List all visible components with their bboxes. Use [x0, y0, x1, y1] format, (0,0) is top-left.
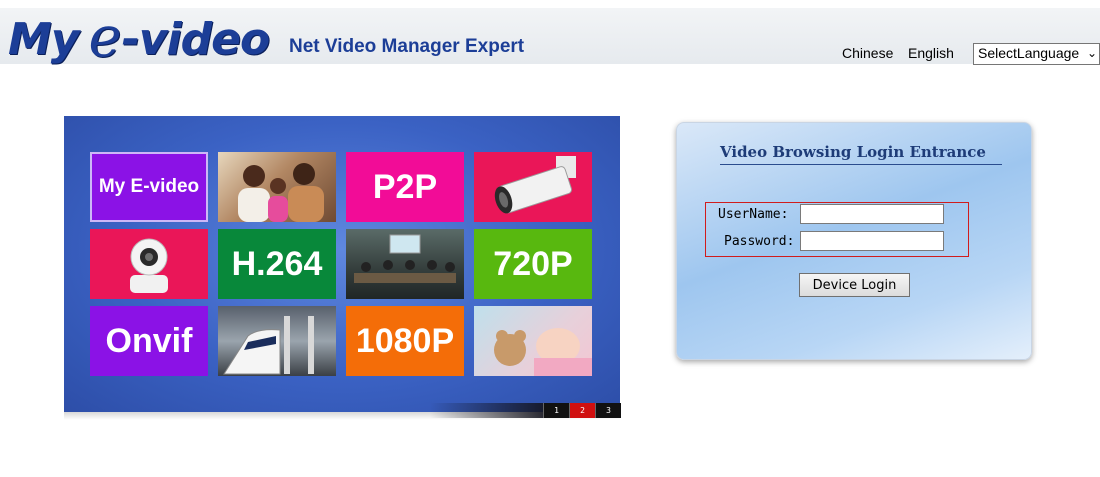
pager-button-2[interactable]: 2 [569, 403, 595, 418]
meeting-room-icon [346, 229, 464, 299]
tile-onvif: Onvif [90, 306, 208, 376]
banner-pager: 1 2 3 [543, 403, 621, 418]
login-title: Video Browsing Login Entrance [720, 143, 1002, 165]
tile-label: My E-video [98, 176, 200, 197]
language-select[interactable]: SelectLanguage ⌄ [973, 43, 1100, 65]
pager-button-3[interactable]: 3 [595, 403, 621, 418]
tile-1080p: 1080P [346, 306, 464, 376]
tile-my-evideo: My E-video [90, 152, 208, 222]
pager-fade [430, 403, 544, 418]
tile-label: P2P [372, 167, 438, 206]
lang-link-english[interactable]: English [908, 45, 954, 61]
logo-e: e [88, 5, 122, 70]
site-subtitle: Net Video Manager Expert [289, 36, 525, 57]
bullet-train-icon [218, 306, 336, 376]
login-panel: Video Browsing Login Entrance UserName: … [676, 122, 1032, 360]
family-photo-icon [218, 152, 336, 222]
chevron-down-icon: ⌄ [1086, 46, 1097, 60]
sleeping-baby-icon [474, 306, 592, 376]
tile-label: H.264 [231, 244, 323, 283]
logo-video: -video [121, 14, 271, 65]
tile-label: Onvif [105, 321, 193, 360]
ptz-camera-icon [90, 229, 208, 299]
pager-button-1[interactable]: 1 [543, 403, 569, 418]
tile-720p: 720P [474, 229, 592, 299]
site-logo: My e -video [8, 5, 271, 70]
tile-p2p: P2P [346, 152, 464, 222]
header: My e -video Net Video Manager Expert Chi… [0, 0, 1100, 66]
tile-label: 1080P [355, 321, 455, 360]
tile-h264: H.264 [218, 229, 336, 299]
username-input[interactable] [800, 204, 944, 224]
tile-label: 720P [493, 244, 573, 283]
password-input[interactable] [800, 231, 944, 251]
language-select-value: SelectLanguage [978, 45, 1080, 61]
password-label: Password: [724, 234, 795, 249]
device-login-button[interactable]: Device Login [799, 273, 910, 297]
lang-link-chinese[interactable]: Chinese [842, 45, 893, 61]
logo-my: My [8, 14, 79, 65]
username-label: UserName: [718, 207, 789, 222]
bullet-camera-icon [474, 152, 592, 222]
